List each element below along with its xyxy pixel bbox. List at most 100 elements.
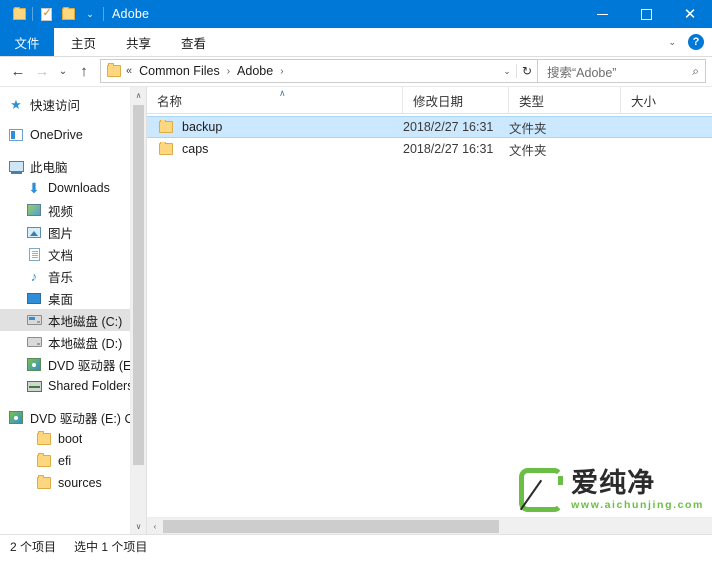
content-area: ★ 快速访问 OneDrive 此电脑 ⬇ Downloads 视频 图片文档 ♪ 音乐桌面本地磁… bbox=[0, 87, 712, 534]
sidebar-item[interactable]: OneDrive bbox=[0, 124, 146, 146]
title-bar: ⌄ Adobe ✕ bbox=[0, 0, 712, 28]
sidebar-item-label: efi bbox=[58, 454, 72, 468]
watermark-brand: 爱纯净 bbox=[571, 468, 656, 499]
new-folder-icon bbox=[61, 7, 75, 20]
tab-view[interactable]: 查看 bbox=[168, 28, 219, 56]
breadcrumb-separator-1[interactable]: › bbox=[227, 66, 230, 77]
desktop-icon bbox=[26, 290, 42, 306]
window-controls: ✕ bbox=[580, 0, 712, 28]
column-headers: 名称 ∧ 修改日期 类型 大小 bbox=[147, 87, 712, 114]
close-icon: ✕ bbox=[683, 5, 697, 23]
tab-file[interactable]: 文件 bbox=[0, 28, 54, 56]
forward-button[interactable]: → bbox=[30, 59, 54, 83]
sidebar-item-label: OneDrive bbox=[30, 128, 83, 142]
sidebar-item[interactable]: ★ 快速访问 bbox=[0, 93, 146, 115]
qat-customize-button[interactable]: ⌄ bbox=[79, 3, 101, 25]
qat-new-folder-icon[interactable] bbox=[57, 3, 79, 25]
recent-locations-button[interactable]: ⌄ bbox=[54, 59, 72, 83]
address-dropdown-icon[interactable]: ⌄ bbox=[498, 66, 516, 77]
sidebar-item-label: 本地磁盘 (D:) bbox=[48, 336, 123, 351]
search-input[interactable]: 搜索“Adobe” ⌕ bbox=[538, 59, 706, 83]
column-header-name-label: 名称 bbox=[157, 94, 183, 109]
file-name-label: caps bbox=[182, 142, 209, 156]
breadcrumb-separator-2[interactable]: › bbox=[280, 66, 283, 77]
navigation-tree: ★ 快速访问 OneDrive 此电脑 ⬇ Downloads 视频 图片文档 ♪ 音乐桌面本地磁… bbox=[0, 87, 146, 494]
window-title: Adobe bbox=[112, 7, 150, 21]
quick-access-toolbar: ⌄ bbox=[0, 3, 106, 25]
sidebar-scrollbar[interactable]: ∧ ∨ bbox=[130, 87, 146, 534]
back-button[interactable]: ← bbox=[6, 59, 30, 83]
minimize-button[interactable] bbox=[580, 0, 624, 28]
tab-home[interactable]: 主页 bbox=[58, 28, 109, 56]
status-item-count: 2 个项目 bbox=[10, 539, 57, 554]
folder-icon bbox=[36, 475, 52, 491]
sidebar-scroll-down-button[interactable]: ∨ bbox=[131, 518, 146, 534]
sidebar-item-label: 桌面 bbox=[48, 292, 74, 307]
breadcrumb-overflow-icon[interactable]: « bbox=[126, 65, 132, 77]
sidebar-item[interactable]: Shared Folders bbox=[0, 375, 146, 397]
maximize-button[interactable] bbox=[624, 0, 668, 28]
sidebar-item[interactable]: 本地磁盘 (D:) bbox=[0, 331, 146, 353]
sidebar-item[interactable]: efi bbox=[0, 450, 146, 472]
file-rows: backup 2018/2/27 16:31 文件夹 caps 2018/2/27 16… bbox=[147, 114, 712, 160]
cell-date: 2018/2/27 16:31 bbox=[403, 142, 494, 156]
chevron-down-icon: ⌄ bbox=[86, 8, 94, 19]
sidebar-item[interactable]: 此电脑 bbox=[0, 155, 146, 177]
hscroll-thumb[interactable] bbox=[163, 519, 499, 533]
tab-share[interactable]: 共享 bbox=[113, 28, 164, 56]
sidebar-scroll-up-button[interactable]: ∧ bbox=[131, 87, 146, 103]
up-button[interactable]: ↑ bbox=[72, 59, 96, 83]
sidebar-item[interactable]: ♪ 音乐 bbox=[0, 265, 146, 287]
qat-properties-icon[interactable] bbox=[35, 3, 57, 25]
sidebar-item-label: 快速访问 bbox=[30, 98, 81, 113]
sidebar-item[interactable]: DVD 驱动器 (E:) C bbox=[0, 406, 146, 428]
breadcrumb[interactable]: « Common Files › Adobe › ⌄ ↻ bbox=[100, 59, 538, 83]
nav-group-gap bbox=[0, 397, 146, 406]
column-header-type[interactable]: 类型 bbox=[509, 87, 621, 113]
sidebar-item[interactable]: 视频 bbox=[0, 199, 146, 221]
sidebar-item[interactable]: sources bbox=[0, 472, 146, 494]
help-icon[interactable]: ? bbox=[688, 34, 704, 50]
table-row[interactable]: backup 2018/2/27 16:31 文件夹 bbox=[147, 116, 712, 138]
ribbon-right-controls: ⌄ ? bbox=[662, 28, 708, 56]
file-list-pane: 名称 ∧ 修改日期 类型 大小 backup 2018/2/27 16:31 文件夹… bbox=[147, 87, 712, 534]
videos-icon bbox=[26, 202, 42, 218]
horizontal-scrollbar[interactable]: ‹ bbox=[147, 517, 712, 534]
file-explorer-window: ⌄ Adobe ✕ 文件 主页 共享 查看 ⌄ ? ← → ⌄ ↑ « Comm… bbox=[0, 0, 712, 561]
sidebar-item-label: 音乐 bbox=[48, 270, 74, 285]
sidebar-item[interactable]: 本地磁盘 (C:) bbox=[0, 309, 146, 331]
expand-ribbon-button[interactable]: ⌄ bbox=[662, 33, 682, 52]
refresh-button[interactable]: ↻ bbox=[516, 64, 537, 78]
file-name-label: backup bbox=[182, 120, 223, 134]
column-header-name[interactable]: 名称 ∧ bbox=[147, 87, 403, 113]
cell-date: 2018/2/27 16:31 bbox=[403, 120, 494, 134]
watermark-text: 爱纯净 www.aichunjing.com bbox=[571, 468, 704, 511]
sidebar-item-label: Downloads bbox=[48, 181, 110, 195]
cell-name: backup bbox=[147, 120, 403, 134]
drive-icon bbox=[26, 334, 42, 350]
folder-icon bbox=[159, 120, 173, 133]
sidebar-item[interactable]: DVD 驱动器 (E:) bbox=[0, 353, 146, 375]
breadcrumb-item-common-files[interactable]: Common Files bbox=[137, 63, 222, 79]
sidebar-item[interactable]: 桌面 bbox=[0, 287, 146, 309]
close-button[interactable]: ✕ bbox=[668, 0, 712, 28]
column-header-size[interactable]: 大小 bbox=[621, 87, 701, 113]
sidebar-item[interactable]: 文档 bbox=[0, 243, 146, 265]
column-header-date[interactable]: 修改日期 bbox=[403, 87, 509, 113]
qat-folder-icon[interactable] bbox=[8, 3, 30, 25]
cell-type: 文件夹 bbox=[509, 121, 547, 136]
sidebar-item-label: 文档 bbox=[48, 248, 74, 263]
breadcrumb-item-adobe[interactable]: Adobe bbox=[235, 63, 275, 79]
search-icon: ⌕ bbox=[692, 63, 699, 78]
address-bar: ← → ⌄ ↑ « Common Files › Adobe › ⌄ ↻ 搜索“… bbox=[0, 57, 712, 87]
search-placeholder: 搜索“Adobe” bbox=[547, 65, 617, 80]
sidebar-item[interactable]: ⬇ Downloads bbox=[0, 177, 146, 199]
status-selection: 选中 1 个项目 bbox=[74, 539, 148, 554]
system-drive-icon bbox=[26, 312, 42, 328]
hscroll-left-button[interactable]: ‹ bbox=[147, 518, 163, 535]
sidebar-item[interactable]: boot bbox=[0, 428, 146, 450]
sidebar-item[interactable]: 图片 bbox=[0, 221, 146, 243]
documents-icon bbox=[26, 246, 42, 262]
table-row[interactable]: caps 2018/2/27 16:31 文件夹 bbox=[147, 138, 712, 160]
sidebar-scroll-thumb[interactable] bbox=[133, 105, 144, 465]
